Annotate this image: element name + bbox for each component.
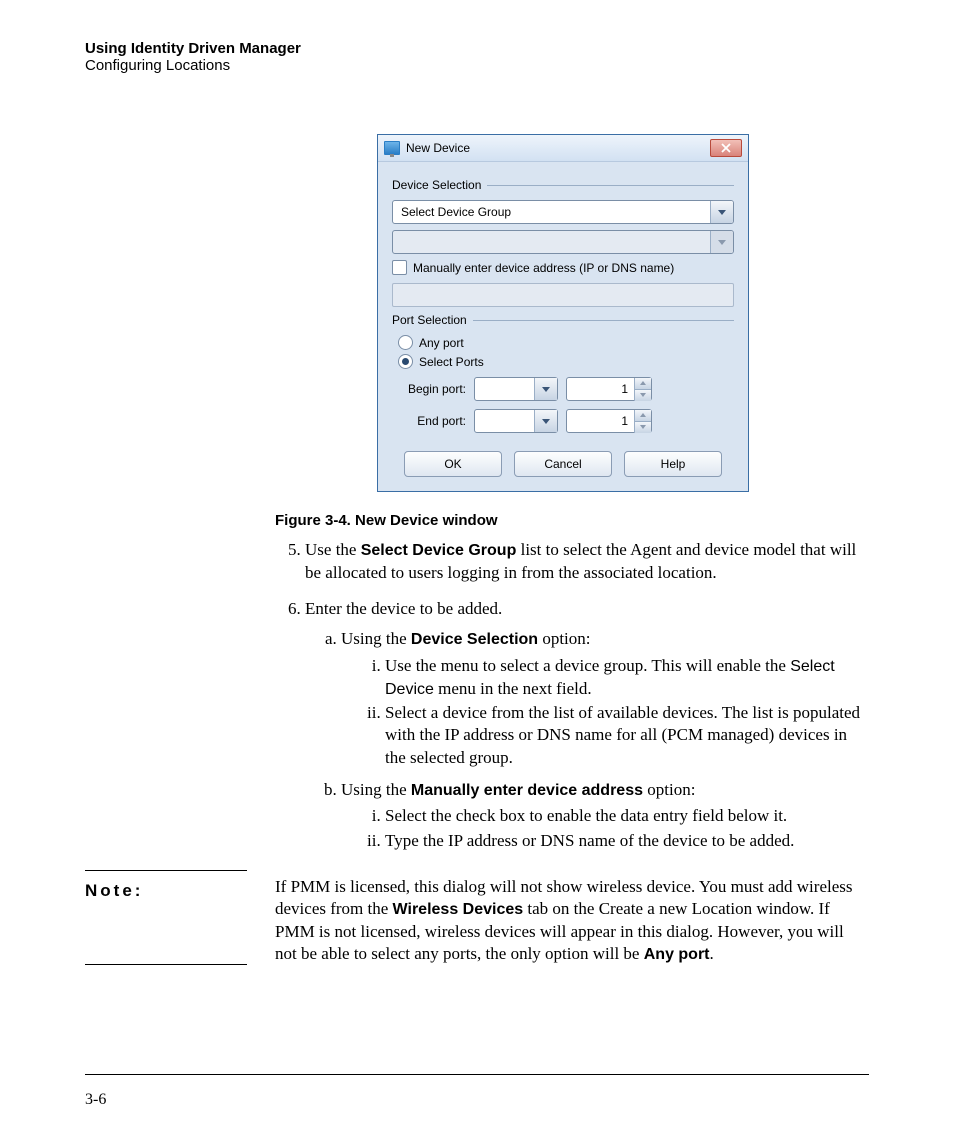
- end-port-label: End port:: [392, 414, 466, 428]
- step-6a: Using the Device Selection option: Use t…: [341, 628, 869, 769]
- note-label: Note:: [85, 870, 247, 966]
- manual-address-checkbox[interactable]: [392, 260, 407, 275]
- step-6a-ii: Select a device from the list of availab…: [385, 702, 869, 768]
- help-button[interactable]: Help: [624, 451, 722, 477]
- begin-port-value: 1: [567, 382, 634, 396]
- begin-port-spinner[interactable]: 1: [566, 377, 652, 401]
- page-number: 3-6: [85, 1091, 106, 1108]
- body-text: Use the Select Device Group list to sele…: [275, 539, 869, 852]
- step-6a-i: Use the menu to select a device group. T…: [385, 655, 869, 701]
- running-header: Using Identity Driven Manager Configurin…: [85, 40, 869, 74]
- manual-address-input[interactable]: [392, 283, 734, 307]
- step-5: Use the Select Device Group list to sele…: [305, 539, 869, 584]
- chevron-down-icon: [534, 378, 557, 400]
- step-6b-i: Select the check box to enable the data …: [385, 805, 869, 827]
- dialog-title: New Device: [406, 141, 710, 155]
- figure-caption: Figure 3-4. New Device window: [275, 512, 869, 529]
- device-group-select-value: Select Device Group: [393, 205, 710, 219]
- close-button[interactable]: [710, 139, 742, 157]
- spinner-up-icon[interactable]: [635, 410, 651, 422]
- any-port-label: Any port: [419, 336, 464, 350]
- note-text: If PMM is licensed, this dialog will not…: [275, 870, 869, 966]
- step-6: Enter the device to be added. Using the …: [305, 598, 869, 852]
- monitor-icon: [384, 141, 400, 155]
- end-port-select[interactable]: [474, 409, 558, 433]
- port-selection-label: Port Selection: [392, 313, 467, 327]
- device-selection-legend: Device Selection: [392, 178, 734, 192]
- header-title: Using Identity Driven Manager: [85, 40, 869, 57]
- device-select[interactable]: [392, 230, 734, 254]
- port-selection-legend: Port Selection: [392, 313, 734, 327]
- page-footer: 3-6: [85, 1074, 869, 1109]
- close-icon: [721, 143, 731, 153]
- note-block: Note: If PMM is licensed, this dialog wi…: [85, 870, 869, 966]
- chevron-down-icon: [710, 231, 733, 253]
- spinner-up-icon[interactable]: [635, 378, 651, 390]
- select-ports-label: Select Ports: [419, 355, 484, 369]
- device-group-select[interactable]: Select Device Group: [392, 200, 734, 224]
- chevron-down-icon: [534, 410, 557, 432]
- step-6b: Using the Manually enter device address …: [341, 779, 869, 852]
- new-device-dialog: New Device Device Selection Select Devic…: [377, 134, 749, 492]
- select-ports-radio[interactable]: [398, 354, 413, 369]
- dialog-titlebar: New Device: [378, 135, 748, 162]
- device-selection-label: Device Selection: [392, 178, 481, 192]
- spinner-down-icon[interactable]: [635, 390, 651, 401]
- any-port-radio[interactable]: [398, 335, 413, 350]
- cancel-button[interactable]: Cancel: [514, 451, 612, 477]
- manual-address-label: Manually enter device address (IP or DNS…: [413, 261, 674, 275]
- begin-port-select[interactable]: [474, 377, 558, 401]
- ok-button[interactable]: OK: [404, 451, 502, 477]
- end-port-spinner[interactable]: 1: [566, 409, 652, 433]
- header-subtitle: Configuring Locations: [85, 57, 869, 74]
- begin-port-label: Begin port:: [392, 382, 466, 396]
- step-6b-ii: Type the IP address or DNS name of the d…: [385, 830, 869, 852]
- chevron-down-icon: [710, 201, 733, 223]
- end-port-value: 1: [567, 414, 634, 428]
- spinner-down-icon[interactable]: [635, 422, 651, 433]
